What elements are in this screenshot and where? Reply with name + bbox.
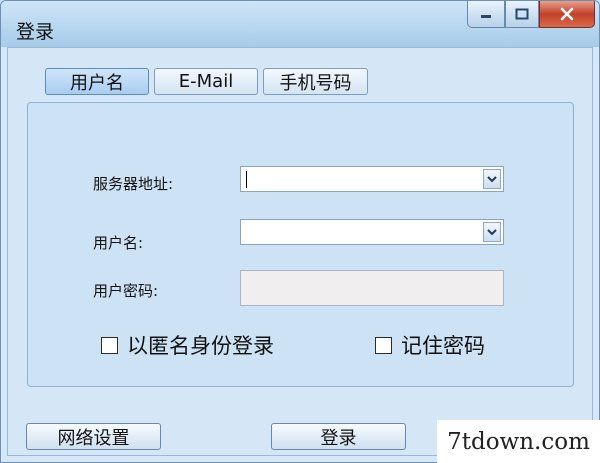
minimize-button[interactable] — [467, 1, 505, 28]
server-dropdown-button[interactable] — [483, 169, 501, 189]
tab-phone[interactable]: 手机号码 — [263, 68, 368, 95]
anonymous-login-option[interactable]: 以匿名身份登录 — [101, 330, 274, 360]
anonymous-label: 以匿名身份登录 — [127, 334, 274, 358]
remember-checkbox[interactable] — [375, 336, 392, 354]
username-dropdown-button[interactable] — [483, 222, 501, 242]
maximize-button[interactable] — [505, 1, 539, 28]
password-field[interactable] — [240, 270, 504, 306]
close-button[interactable] — [539, 1, 595, 28]
remember-label: 记住密码 — [401, 334, 485, 358]
server-label: 服务器地址: — [93, 175, 174, 193]
login-button[interactable]: 登录 — [271, 423, 406, 450]
text-caret — [246, 171, 247, 188]
close-icon — [560, 7, 574, 21]
tab-email[interactable]: E-Mail — [154, 68, 258, 95]
tab-username[interactable]: 用户名 — [45, 68, 149, 95]
anonymous-checkbox[interactable] — [101, 336, 118, 354]
network-settings-button[interactable]: 网络设置 — [26, 423, 161, 450]
password-label: 用户密码: — [93, 282, 159, 300]
window-title: 登录 — [16, 21, 55, 43]
maximize-icon — [515, 8, 529, 20]
watermark-text: 7tdown.com — [447, 428, 590, 455]
chevron-down-icon — [487, 175, 497, 182]
watermark: 7tdown.com — [437, 420, 600, 463]
chevron-down-icon — [487, 228, 497, 235]
username-label: 用户名: — [93, 234, 144, 252]
title-bar[interactable]: 登录 — [1, 1, 599, 47]
server-combobox[interactable] — [240, 166, 504, 192]
minimize-icon — [481, 15, 491, 18]
username-combobox[interactable] — [240, 219, 504, 245]
remember-password-option[interactable]: 记住密码 — [375, 330, 485, 360]
